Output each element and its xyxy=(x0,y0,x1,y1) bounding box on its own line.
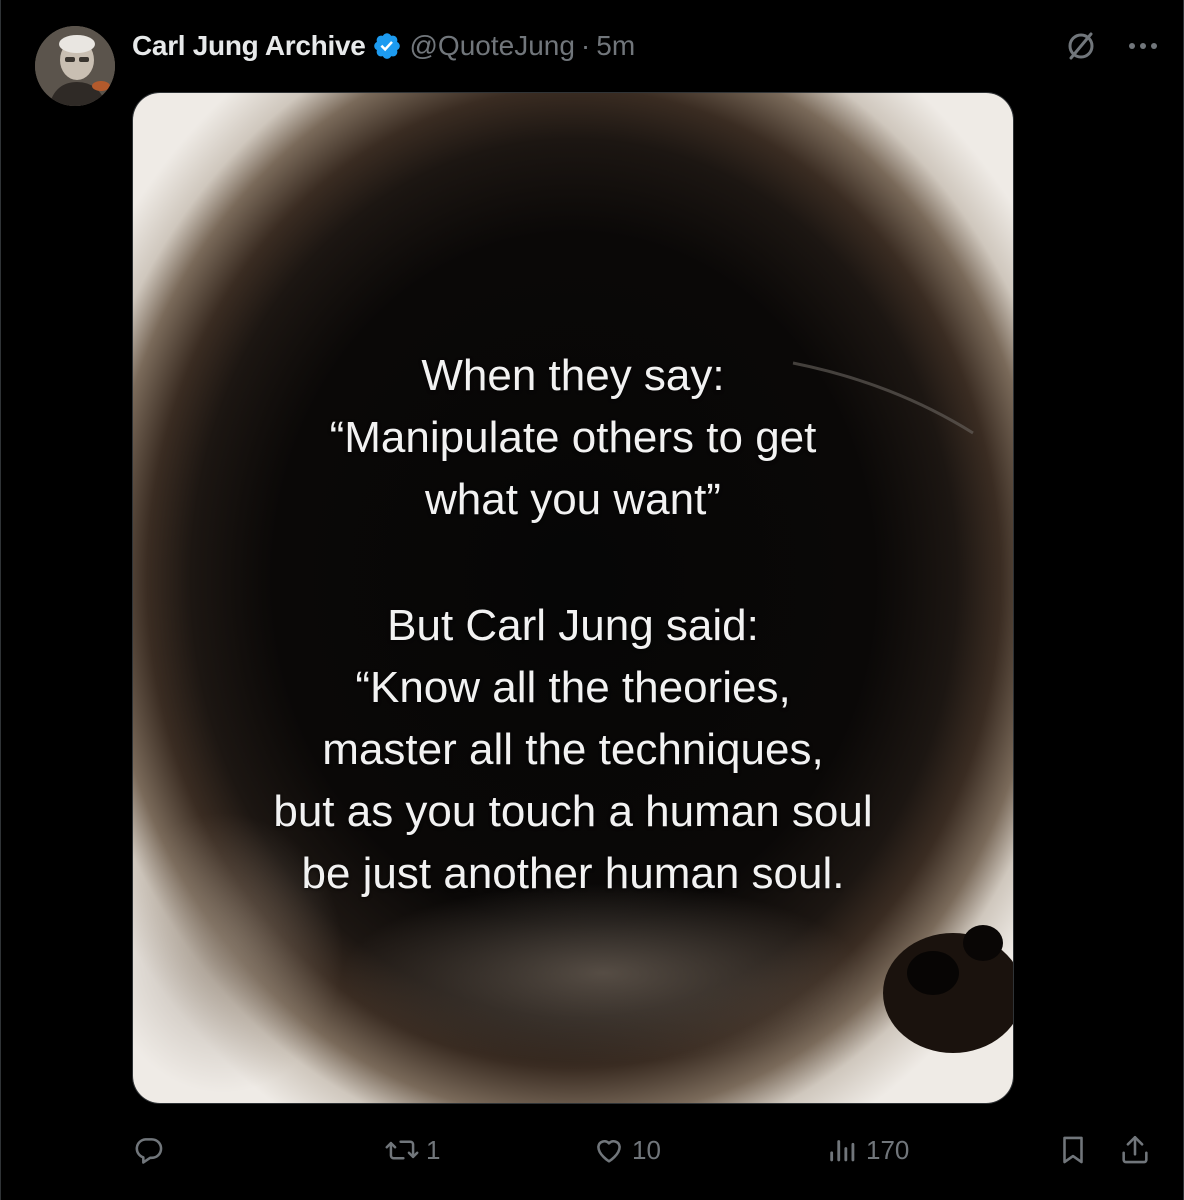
slashed-circle-icon[interactable] xyxy=(1061,26,1101,66)
caption-line: “Manipulate others to get xyxy=(329,413,817,462)
repost-button[interactable]: 1 xyxy=(384,1128,440,1172)
tweet-header: Carl Jung Archive @QuoteJung · 5m xyxy=(132,26,635,66)
verified-badge-icon xyxy=(372,31,402,61)
like-button[interactable]: 10 xyxy=(592,1128,661,1172)
analytics-icon xyxy=(830,1140,855,1162)
views-button[interactable]: 170 xyxy=(826,1128,909,1172)
repost-count: 1 xyxy=(426,1134,441,1165)
share-button[interactable] xyxy=(1118,1128,1152,1172)
tweet-action-bar: 1 10 170 xyxy=(132,1128,1163,1172)
caption-line: but as you touch a human soul xyxy=(273,787,873,836)
heart-icon xyxy=(597,1140,621,1163)
post-timestamp[interactable]: 5m xyxy=(596,30,635,62)
avatar[interactable] xyxy=(35,26,115,106)
caption-line: But Carl Jung said: xyxy=(387,601,759,650)
more-dots-icon[interactable] xyxy=(1123,26,1163,66)
author-handle[interactable]: @QuoteJung xyxy=(410,30,575,62)
header-separator: · xyxy=(580,30,591,61)
caption-line: what you want” xyxy=(425,475,721,524)
bookmark-button[interactable] xyxy=(1056,1128,1090,1172)
avatar-photo xyxy=(35,26,115,106)
post-image[interactable]: When they say: “Manipulate others to get… xyxy=(132,92,1014,1104)
image-caption-first: When they say: “Manipulate others to get… xyxy=(133,345,1013,531)
like-count: 10 xyxy=(632,1134,661,1165)
caption-line: master all the techniques, xyxy=(322,725,824,774)
author-display-name[interactable]: Carl Jung Archive xyxy=(132,30,366,62)
tweet[interactable]: Carl Jung Archive @QuoteJung · 5m When t… xyxy=(0,0,1184,1200)
caption-line: be just another human soul. xyxy=(301,849,845,898)
reply-icon xyxy=(135,1138,163,1164)
reply-button[interactable] xyxy=(132,1128,172,1172)
repost-icon xyxy=(385,1140,419,1160)
tweet-top-actions xyxy=(1061,26,1163,66)
share-icon xyxy=(1122,1135,1148,1164)
views-count: 170 xyxy=(866,1134,910,1165)
bookmark-icon xyxy=(1063,1136,1083,1164)
caption-line: “Know all the theories, xyxy=(355,663,791,712)
caption-line: When they say: xyxy=(421,351,725,400)
image-caption-second: But Carl Jung said: “Know all the theori… xyxy=(133,595,1013,905)
